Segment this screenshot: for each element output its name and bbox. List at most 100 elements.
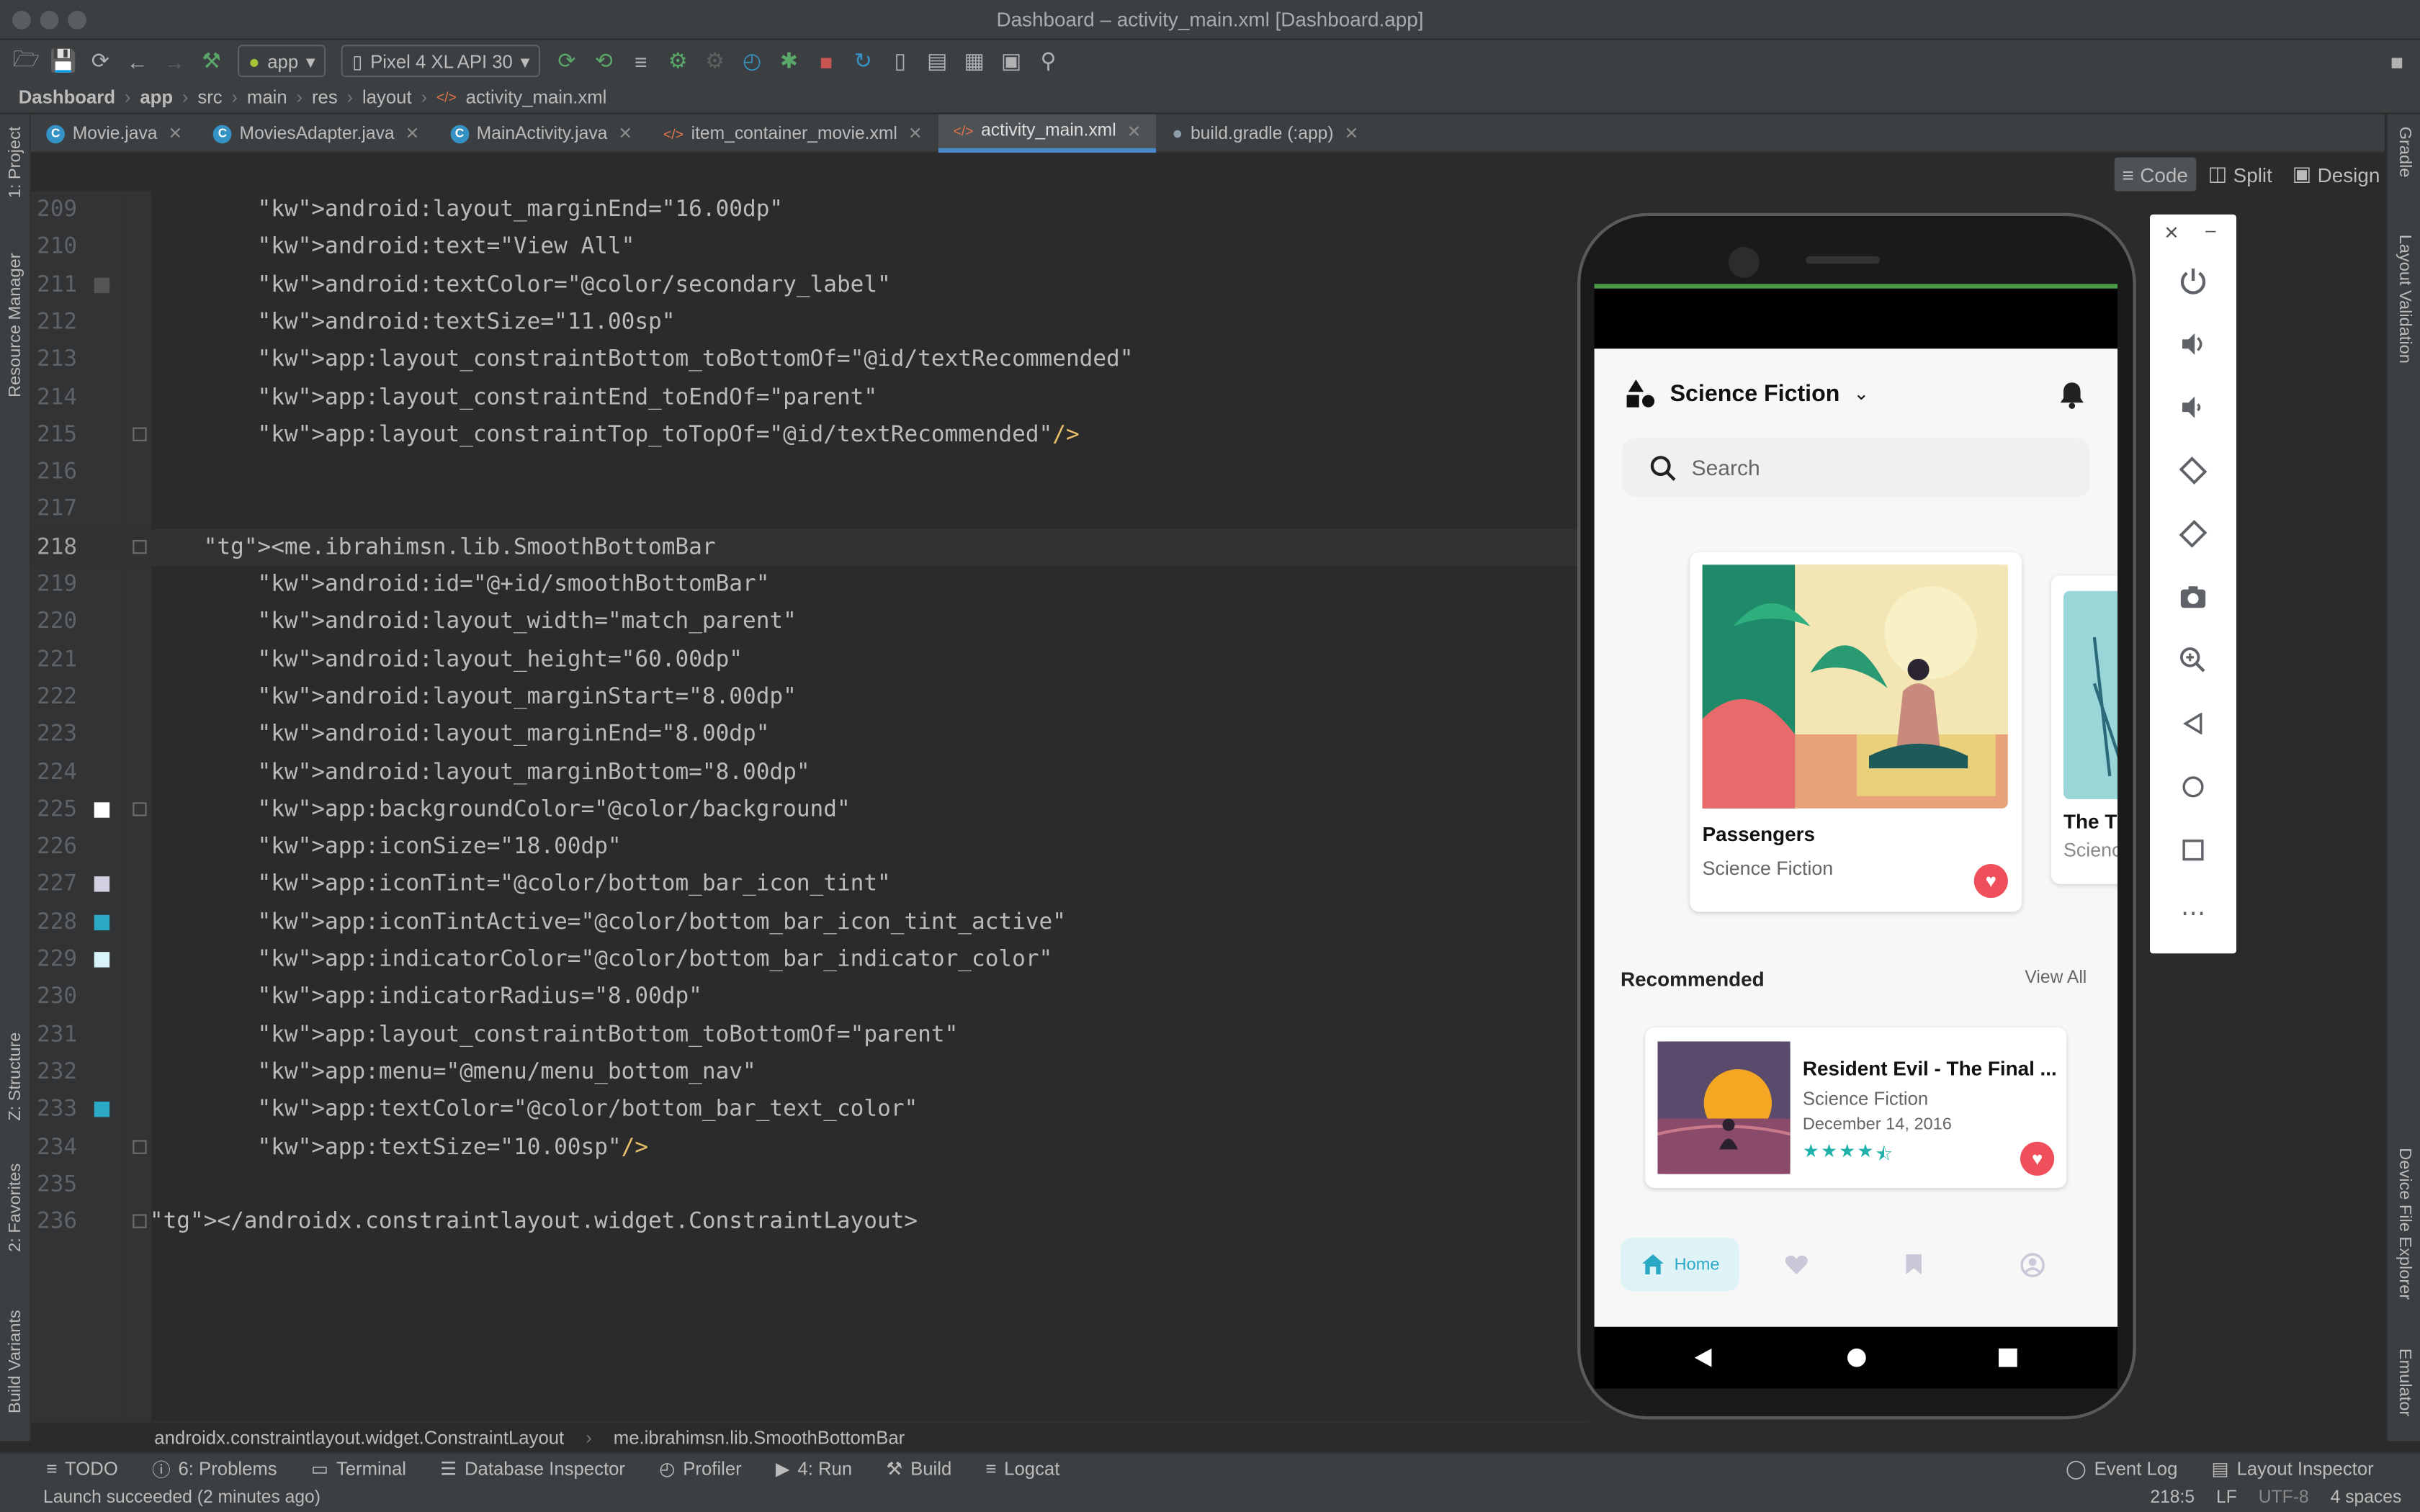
breadcrumb-item[interactable]: activity_main.xml	[466, 86, 607, 108]
code-editor[interactable]: 209 "kw">android:layout_marginEnd="16.00…	[30, 191, 1590, 1421]
volume-up-icon[interactable]	[2150, 321, 2236, 367]
caret-position[interactable]: 218:5	[2150, 1489, 2195, 1508]
code-line[interactable]: 227 "kw">app:iconTint="@color/bottom_bar…	[31, 866, 1590, 904]
problems-tool-button[interactable]: ⓘ 6: Problems	[152, 1456, 277, 1482]
device-file-explorer-tool-button[interactable]: Device File Explorer	[2396, 1148, 2414, 1300]
editor-breadcrumb-item[interactable]: androidx.constraintlayout.widget.Constra…	[154, 1426, 564, 1448]
code-line[interactable]: 225 "kw">app:backgroundColor="@color/bac…	[31, 791, 1590, 829]
profile-icon[interactable]: ◴	[735, 44, 769, 78]
home-circle-icon[interactable]	[1846, 1347, 1868, 1369]
back-triangle-icon[interactable]	[1693, 1347, 1715, 1369]
back-icon[interactable]: ←	[120, 44, 154, 78]
code-line[interactable]: 232 "kw">app:menu="@menu/menu_bottom_nav…	[31, 1053, 1590, 1091]
code-line[interactable]: 209 "kw">android:layout_marginEnd="16.00…	[31, 192, 1590, 229]
line-separator[interactable]: LF	[2216, 1489, 2237, 1508]
file-encoding[interactable]: UTF-8	[2259, 1489, 2309, 1508]
code-line[interactable]: 214 "kw">app:layout_constraintEnd_toEndO…	[31, 379, 1590, 416]
tab-item-container-movie-xml[interactable]: </> item_container_movie.xml ✕	[648, 114, 938, 153]
zoom-window-button[interactable]	[68, 11, 86, 30]
camera-icon[interactable]	[2150, 574, 2236, 620]
code-line[interactable]: 213 "kw">app:layout_constraintBottom_toB…	[31, 341, 1590, 379]
run-list-icon[interactable]: ≡	[624, 44, 658, 78]
attach-debugger-icon[interactable]: ✱	[772, 44, 806, 78]
volume-down-icon[interactable]	[2150, 384, 2236, 431]
nav-home-button[interactable]: Home	[1621, 1237, 1739, 1292]
favorites-tool-button[interactable]: 2: Favorites	[6, 1164, 25, 1252]
close-icon[interactable]: ✕	[405, 123, 420, 144]
event-log-tool-button[interactable]: ◯ Event Log	[2066, 1458, 2177, 1480]
breadcrumb-item[interactable]: src	[197, 86, 222, 108]
project-structure-icon[interactable]: ▦	[957, 44, 991, 78]
sdk-manager-icon[interactable]: ▤	[920, 44, 954, 78]
favorite-button[interactable]: ♥	[2020, 1141, 2055, 1176]
color-swatch-icon[interactable]	[94, 276, 110, 293]
layout-inspector-tool-button[interactable]: ▤ Layout Inspector	[2212, 1458, 2374, 1480]
editor-breadcrumb-item[interactable]: me.ibrahimsn.lib.SmoothBottomBar	[614, 1426, 905, 1448]
color-swatch-icon[interactable]	[94, 952, 110, 968]
close-icon[interactable]: ✕	[1345, 123, 1359, 144]
minimize-icon[interactable]: –	[2205, 219, 2215, 240]
forward-icon[interactable]: →	[158, 44, 192, 78]
terminal-window-icon[interactable]: ▣	[995, 44, 1028, 78]
search-field[interactable]: Search	[1622, 438, 2090, 497]
code-line[interactable]: 226 "kw">app:iconSize="18.00dp"	[31, 829, 1590, 866]
code-line[interactable]: 231 "kw">app:layout_constraintBottom_toB…	[31, 1016, 1590, 1053]
breadcrumb-item[interactable]: Dashboard	[19, 86, 115, 108]
code-line[interactable]: 216	[31, 454, 1590, 491]
apply-code-changes-icon[interactable]: ⟲	[587, 44, 621, 78]
code-line[interactable]: 236 "tg"></androidx.constraintlayout.widg…	[31, 1204, 1590, 1241]
debug-icon[interactable]: ⚙	[661, 44, 695, 78]
code-line[interactable]: 217	[31, 491, 1590, 528]
code-line[interactable]: 218 "tg"><me.ibrahimsn.lib.SmoothBottomB…	[30, 528, 1590, 567]
tab-movies-adapter-java[interactable]: C MoviesAdapter.java ✕	[198, 114, 435, 153]
code-line[interactable]: 228 "kw">app:iconTintActive="@color/bott…	[31, 904, 1590, 941]
build-hammer-icon[interactable]: ⚒	[194, 44, 228, 78]
chevron-down-icon[interactable]: ⌄	[1854, 382, 1870, 404]
database-inspector-tool-button[interactable]: ☰ Database Inspector	[440, 1458, 625, 1480]
sync-icon[interactable]: ⟳	[84, 44, 117, 78]
code-line[interactable]: 229 "kw">app:indicatorColor="@color/bott…	[31, 941, 1590, 978]
favorite-button[interactable]: ♥	[1973, 864, 2008, 899]
tab-build-gradle[interactable]: ● build.gradle (:app) ✕	[1157, 114, 1374, 153]
recommended-movie-card[interactable]: Resident Evil - The Final ... Science Fi…	[1645, 1027, 2067, 1188]
profiler-tool-button[interactable]: ◴ Profiler	[659, 1458, 742, 1480]
fold-marker-icon[interactable]	[133, 427, 147, 441]
code-line[interactable]: 224 "kw">android:layout_marginBottom="8.…	[31, 754, 1590, 791]
rotate-left-icon[interactable]	[2150, 447, 2236, 493]
featured-movie-card[interactable]: Passengers Science Fiction ♥	[1690, 552, 2022, 912]
fold-marker-icon[interactable]	[133, 539, 147, 554]
tab-activity-main-xml[interactable]: </> activity_main.xml ✕	[938, 114, 1157, 153]
search-icon[interactable]: ⚲	[1031, 44, 1065, 78]
breadcrumb-item[interactable]: app	[140, 86, 173, 108]
code-line[interactable]: 219 "kw">android:id="@+id/smoothBottomBa…	[31, 566, 1590, 603]
profile-icon[interactable]	[2020, 1253, 2045, 1277]
code-line[interactable]: 212 "kw">android:textSize="11.00sp"	[31, 304, 1590, 341]
close-icon[interactable]: ✕	[618, 123, 632, 144]
code-line[interactable]: 215 "kw">app:layout_constraintTop_toTopO…	[31, 416, 1590, 454]
build-tool-button[interactable]: ⚒ Build	[886, 1458, 951, 1480]
save-icon[interactable]: 💾	[46, 44, 80, 78]
more-icon[interactable]: ⋯	[2150, 890, 2236, 936]
bookmark-icon[interactable]	[1904, 1253, 1923, 1276]
structure-tool-button[interactable]: Z: Structure	[6, 1032, 25, 1121]
logcat-tool-button[interactable]: ≡ Logcat	[985, 1458, 1059, 1480]
code-line[interactable]: 223 "kw">android:layout_marginEnd="8.00d…	[31, 716, 1590, 754]
breadcrumb-item[interactable]: main	[247, 86, 287, 108]
close-icon[interactable]: ✕	[908, 123, 923, 144]
breadcrumb-item[interactable]: res	[312, 86, 338, 108]
code-line[interactable]: 230 "kw">app:indicatorRadius="8.00dp"	[31, 978, 1590, 1016]
code-line[interactable]: 220 "kw">android:layout_width="match_par…	[31, 603, 1590, 641]
resource-manager-tool-button[interactable]: Resource Manager	[6, 253, 25, 397]
avd-manager-icon[interactable]: ▯	[883, 44, 917, 78]
code-mode-button[interactable]: ≡ Code	[2114, 157, 2196, 192]
code-line[interactable]: 235	[31, 1166, 1590, 1204]
code-line[interactable]: 221 "kw">android:layout_height="60.00dp"	[31, 642, 1590, 679]
tab-main-activity-java[interactable]: C MainActivity.java ✕	[435, 114, 648, 153]
build-variants-tool-button[interactable]: Build Variants	[6, 1310, 25, 1413]
sync-gradle-icon[interactable]: ↻	[846, 44, 880, 78]
design-mode-button[interactable]: ▣ Design	[2285, 158, 2388, 192]
fold-marker-icon[interactable]	[133, 801, 147, 816]
power-icon[interactable]	[2150, 258, 2236, 304]
device-select[interactable]: ▯ Pixel 4 XL API 30 ▾	[341, 45, 541, 78]
user-icon[interactable]: ■	[2380, 44, 2414, 78]
